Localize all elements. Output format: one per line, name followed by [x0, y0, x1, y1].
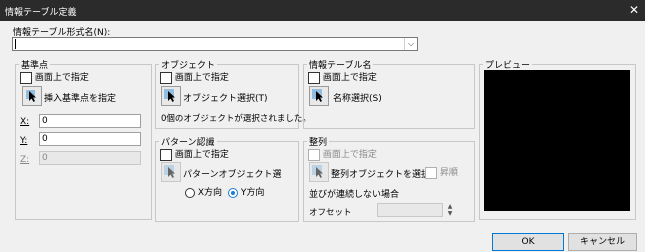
radio-y-direction[interactable]: Y方向: [228, 185, 264, 198]
checkbox-label: 画面上で指定: [34, 73, 89, 83]
insert-point-label: 挿入基準点を指定: [44, 94, 117, 104]
checkbox-box[interactable]: [160, 71, 172, 84]
offset-spinner[interactable]: ▲ ▼: [445, 203, 455, 217]
format-name-combobox[interactable]: ⌵: [12, 37, 418, 51]
checkbox-box[interactable]: [308, 71, 320, 84]
name-select-label: 名称選択(S): [333, 94, 382, 104]
chevron-down-icon[interactable]: ⌵: [404, 38, 417, 50]
select-align-icon: [312, 165, 323, 178]
x-input[interactable]: 0: [39, 114, 141, 128]
align-select-label: 整列オブジェクトを選択: [331, 170, 431, 180]
insert-point-icon-button[interactable]: [22, 86, 42, 106]
y-label: Y:: [20, 136, 28, 146]
spin-up-icon[interactable]: ▲: [445, 203, 455, 210]
x-label: X:: [20, 117, 30, 127]
select-pattern-icon: [164, 165, 175, 178]
select-name-icon: [312, 89, 323, 102]
checkbox-box[interactable]: [20, 71, 32, 84]
preview-canvas: [484, 70, 630, 211]
table-name-on-screen-checkbox[interactable]: 画面上で指定: [308, 70, 377, 84]
checkbox-box[interactable]: [425, 166, 437, 179]
ok-button[interactable]: OK: [492, 233, 564, 251]
align-select-icon-button[interactable]: [309, 162, 329, 182]
checkbox-label: 画面上で指定: [174, 150, 229, 160]
base-point-on-screen-checkbox[interactable]: 画面上で指定: [20, 70, 89, 84]
title-bar: 情報テーブル定義 ✕: [0, 0, 645, 21]
name-select-icon-button[interactable]: [309, 86, 329, 106]
z-input[interactable]: 0: [39, 151, 141, 165]
checkbox-label: 画面上で指定: [174, 73, 229, 83]
spin-down-icon[interactable]: ▼: [445, 210, 455, 217]
not-continuous-label: 並びが連続しない場合: [309, 190, 400, 200]
object-select-icon-button[interactable]: [161, 86, 181, 106]
checkbox-box[interactable]: [308, 148, 320, 161]
offset-input[interactable]: [377, 203, 443, 217]
objects-status-text: 0個のオブジェクトが選択されました。: [161, 114, 311, 124]
y-input[interactable]: 0: [39, 132, 141, 146]
checkbox-box[interactable]: [160, 148, 172, 161]
radio-x-direction[interactable]: X方向: [185, 185, 222, 198]
window-title: 情報テーブル定義: [5, 8, 77, 18]
radio-label: X方向: [197, 188, 223, 198]
pattern-select-icon-button[interactable]: [161, 162, 181, 182]
radio-circle-selected[interactable]: [228, 187, 238, 198]
pattern-select-label: パターンオブジェクト選: [183, 170, 282, 180]
checkbox-label: 昇順: [439, 168, 458, 178]
close-icon[interactable]: ✕: [629, 3, 639, 17]
offset-label: オフセット: [309, 208, 352, 218]
pattern-on-screen-checkbox[interactable]: 画面上で指定: [160, 147, 229, 161]
objects-on-screen-checkbox[interactable]: 画面上で指定: [160, 70, 229, 84]
text-caret: [15, 39, 16, 49]
ascending-checkbox[interactable]: 昇順: [425, 165, 458, 179]
radio-circle[interactable]: [185, 187, 195, 198]
checkbox-label: 画面上で指定: [322, 73, 377, 83]
cancel-button[interactable]: キャンセル: [568, 233, 637, 251]
object-select-label: オブジェクト選択(T): [183, 94, 268, 104]
pick-point-icon: [26, 90, 36, 102]
radio-label: Y方向: [240, 188, 265, 198]
select-objects-icon: [164, 89, 175, 102]
align-on-screen-checkbox[interactable]: 画面上で指定: [308, 147, 377, 161]
z-label: Z:: [20, 155, 30, 165]
checkbox-label: 画面上で指定: [322, 150, 377, 160]
